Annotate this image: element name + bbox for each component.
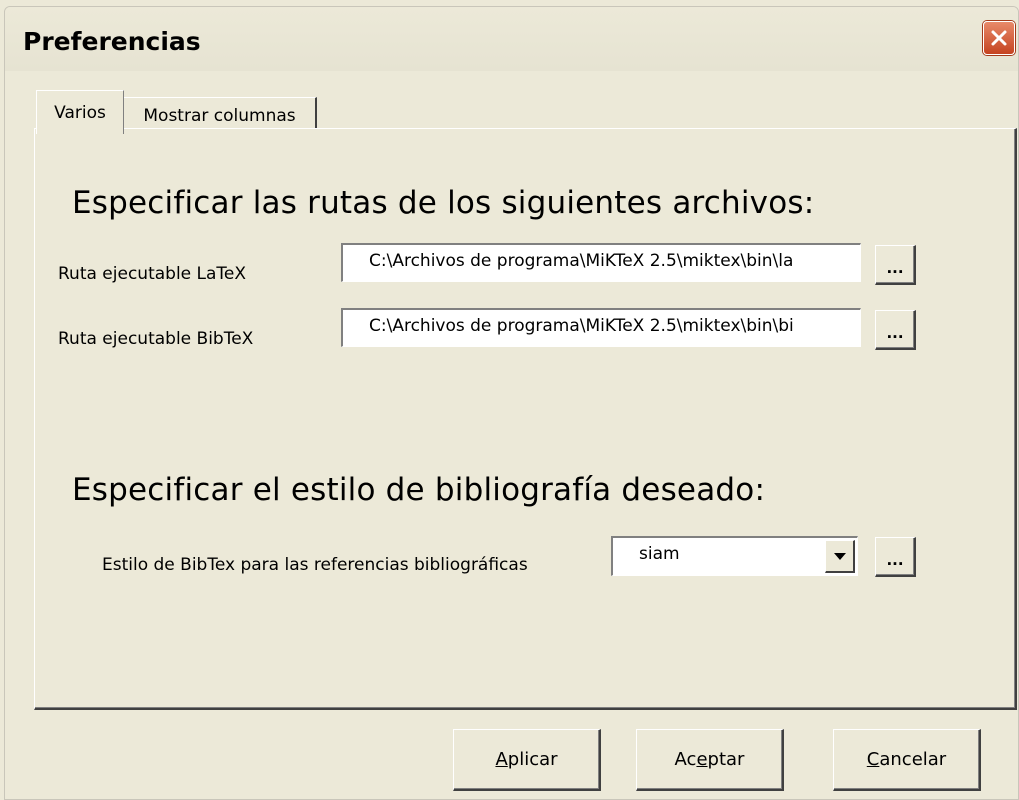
title-bar[interactable]: Preferencias	[5, 7, 1018, 71]
accept-label-pre: Ac	[674, 749, 697, 770]
cancel-label-accel: C	[866, 749, 880, 770]
tab-varios-label: Varios	[54, 102, 106, 123]
window-title: Preferencias	[23, 27, 201, 56]
cancel-label-post: ancelar	[879, 749, 947, 770]
apply-button[interactable]: Aplicar	[453, 729, 601, 791]
apply-label-accel: A	[495, 749, 508, 770]
latex-browse-button[interactable]: ...	[875, 245, 916, 285]
accept-button[interactable]: Ac e ptar	[636, 729, 784, 791]
tab-panel-varios: Especificar las rutas de los siguientes …	[34, 128, 1017, 710]
cancel-button[interactable]: Cancelar	[833, 729, 981, 791]
accept-label-accel: e	[696, 749, 708, 770]
chevron-down-icon	[833, 552, 846, 560]
bibtex-path-label: Ruta ejecutable BibTeX	[58, 329, 254, 349]
bibtex-style-select[interactable]: siam	[611, 536, 858, 576]
style-heading: Especificar el estilo de bibliografía de…	[72, 472, 766, 508]
accept-label-post: ptar	[707, 749, 745, 770]
close-button[interactable]	[983, 21, 1015, 55]
dropdown-button[interactable]	[825, 540, 855, 573]
style-browse-button[interactable]: ...	[875, 537, 916, 577]
bibtex-path-input[interactable]: C:\Archivos de programa\MiKTeX 2.5\mikte…	[341, 308, 861, 347]
paths-heading: Especificar las rutas de los siguientes …	[72, 185, 815, 221]
latex-path-label: Ruta ejecutable LaTeX	[58, 264, 247, 284]
preferences-window: Preferencias Varios Mostrar columnas Esp…	[4, 6, 1019, 800]
tab-mostrar-columnas-label: Mostrar columnas	[143, 106, 296, 126]
bibtex-style-value: siam	[639, 544, 680, 564]
latex-path-input[interactable]: C:\Archivos de programa\MiKTeX 2.5\mikte…	[341, 243, 861, 282]
bibtex-style-label: Estilo de BibTex para las referencias bi…	[102, 555, 528, 575]
bibtex-browse-button[interactable]: ...	[875, 310, 916, 350]
tab-varios[interactable]: Varios	[36, 90, 124, 134]
close-icon	[991, 30, 1007, 46]
apply-label-post: plicar	[507, 749, 558, 770]
